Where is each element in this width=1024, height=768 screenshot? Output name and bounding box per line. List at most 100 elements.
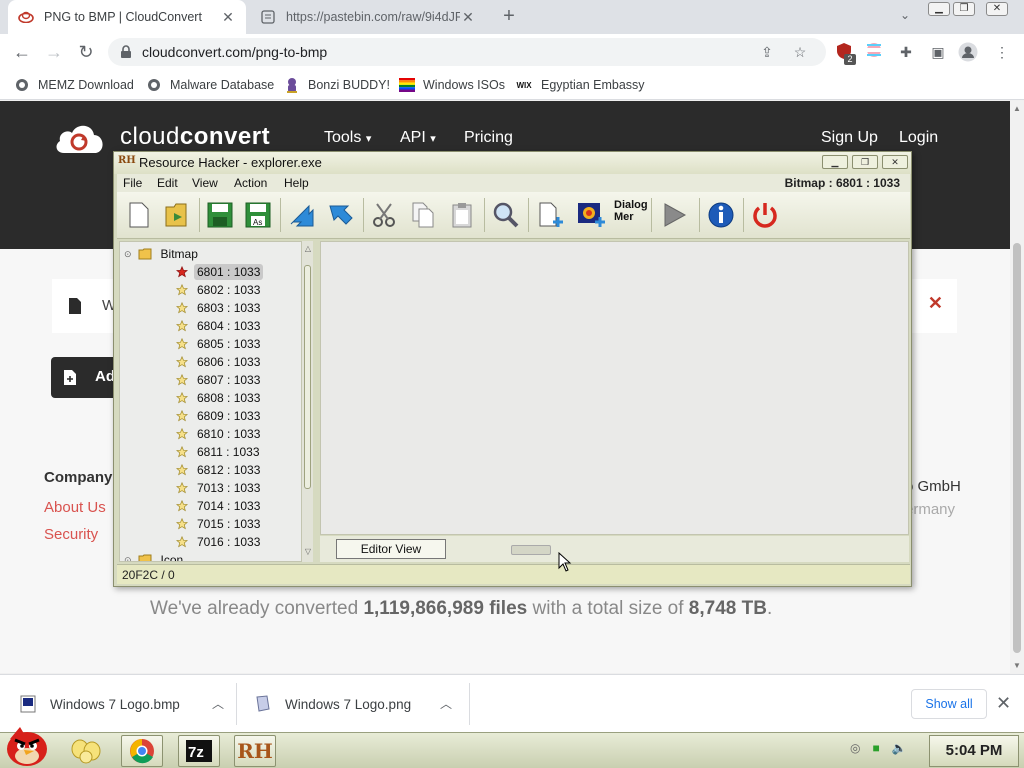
nav-tools[interactable]: Tools ▾ <box>324 129 371 147</box>
flag-extension-icon[interactable] <box>864 42 884 62</box>
puzzle-extensions-icon[interactable]: ✚ <box>896 42 916 62</box>
tray-target-icon[interactable]: ◎ <box>850 741 860 755</box>
tree-item-bitmap[interactable]: 7014 : 1033 <box>176 498 263 514</box>
chevron-up-icon[interactable]: ︿ <box>212 695 224 712</box>
bookmark-windows-isos[interactable]: Windows ISOs <box>399 76 505 94</box>
tree-item-bitmap[interactable]: 6805 : 1033 <box>176 336 263 352</box>
add-blank-resource-icon[interactable] <box>535 199 567 231</box>
bookmark-malware-database[interactable]: Malware Database <box>146 76 274 94</box>
nav-api[interactable]: API ▾ <box>400 129 436 147</box>
copy-icon[interactable] <box>407 199 439 231</box>
bookmark-bonzi-buddy[interactable]: Bonzi BUDDY! <box>284 76 390 94</box>
tree-item-bitmap[interactable]: 6808 : 1033 <box>176 390 263 406</box>
share-icon[interactable]: ⇪ <box>758 43 776 61</box>
tray-network-icon[interactable]: ■ <box>872 741 879 755</box>
save-icon[interactable] <box>204 199 236 231</box>
rh-minimize-button[interactable]: ▁ <box>822 155 848 169</box>
footer-about-us-link[interactable]: About Us <box>44 499 106 516</box>
info-icon[interactable] <box>705 199 737 231</box>
menu-help[interactable]: Help <box>284 176 309 190</box>
page-scrollbar[interactable]: ▲ ▼ <box>1010 101 1024 673</box>
tree-item-bitmap[interactable]: 6809 : 1033 <box>176 408 263 424</box>
close-icon[interactable]: ✕ <box>996 693 1011 714</box>
tree-item-bitmap[interactable]: 6804 : 1033 <box>176 318 263 334</box>
rh-maximize-button[interactable]: ❐ <box>852 155 878 169</box>
taskbar-clock[interactable]: 5:04 PM <box>929 735 1019 767</box>
back-arrow-icon[interactable]: ← <box>10 40 34 64</box>
tree-item-bitmap[interactable]: 7015 : 1033 <box>176 516 263 532</box>
bookmark-star-icon[interactable]: ☆ <box>791 43 809 61</box>
compile-forward-arrow-icon[interactable] <box>324 199 356 231</box>
tree-folder-bitmap[interactable]: ⊙ Bitmap <box>124 246 201 262</box>
scroll-down-arrow-icon[interactable]: ▽ <box>303 547 313 556</box>
tab-pastebin[interactable]: https://pastebin.com/raw/9i4dJF ✕ <box>250 0 486 34</box>
editor-view-tab[interactable]: Editor View <box>336 539 446 559</box>
chevron-down-icon[interactable]: ⌄ <box>896 8 914 26</box>
compile-back-arrow-icon[interactable] <box>285 199 317 231</box>
tree-item-bitmap[interactable]: 6812 : 1033 <box>176 462 263 478</box>
tree-expand-icon[interactable]: ⊙ <box>124 249 132 260</box>
nav-login[interactable]: Login <box>899 129 938 147</box>
tree-scrollbar[interactable]: △ ▽ <box>301 241 313 562</box>
tab-close-icon[interactable]: ✕ <box>460 9 476 26</box>
search-magnifier-icon[interactable] <box>490 199 522 231</box>
site-logo-text[interactable]: cloudconvert <box>120 123 270 151</box>
tree-item-bitmap[interactable]: 7013 : 1033 <box>176 480 263 496</box>
tree-item-bitmap[interactable]: 6801 : 1033 <box>176 264 264 280</box>
save-as-icon[interactable]: As <box>242 199 274 231</box>
scroll-up-arrow-icon[interactable]: △ <box>303 244 313 253</box>
menu-action[interactable]: Action <box>234 176 267 190</box>
kebab-menu-icon[interactable]: ⋮ <box>992 42 1012 62</box>
new-file-icon[interactable] <box>123 199 155 231</box>
tab-close-icon[interactable]: ✕ <box>220 9 236 26</box>
7zip-taskbar-button[interactable]: 7z <box>178 735 220 767</box>
download-item-png[interactable]: Windows 7 Logo.png ︿ <box>255 675 452 733</box>
scroll-down-arrow-icon[interactable]: ▼ <box>1012 661 1022 670</box>
start-angry-bird-icon[interactable] <box>4 725 50 767</box>
menu-file[interactable]: File <box>123 176 142 190</box>
tab-cloudconvert[interactable]: PNG to BMP | CloudConvert ✕ <box>8 0 246 34</box>
address-bar[interactable]: cloudconvert.com/png-to-bmp ⇪ ☆ <box>108 38 826 66</box>
download-item-bmp[interactable]: Windows 7 Logo.bmp ︿ <box>20 675 224 733</box>
menu-view[interactable]: View <box>192 176 218 190</box>
tree-item-bitmap[interactable]: 6807 : 1033 <box>176 372 263 388</box>
cut-scissors-icon[interactable] <box>369 199 401 231</box>
nav-signup[interactable]: Sign Up <box>821 129 878 147</box>
rh-title-bar[interactable]: RH Resource Hacker - explorer.exe ▁ ❐ ✕ <box>114 152 911 174</box>
tree-item-bitmap[interactable]: 6803 : 1033 <box>176 300 263 316</box>
scroll-up-arrow-icon[interactable]: ▲ <box>1012 104 1022 113</box>
bookmark-egyptian-embassy[interactable]: WIX Egyptian Embassy <box>515 76 644 94</box>
window-close-button[interactable]: ✕ <box>986 2 1008 16</box>
resource-tree[interactable]: ⊙ Bitmap 6801 : 1033 6802 : 1033 6803 : 10… <box>119 241 304 562</box>
chrome-taskbar-button[interactable] <box>121 735 163 767</box>
resource-preview-pane[interactable] <box>320 241 909 535</box>
minimize-button[interactable]: ▁ <box>928 2 950 16</box>
rh-close-button[interactable]: ✕ <box>882 155 908 169</box>
nav-pricing[interactable]: Pricing <box>464 129 513 147</box>
tree-item-bitmap[interactable]: 6811 : 1033 <box>176 444 263 460</box>
tree-expand-icon[interactable]: ⊙ <box>124 555 132 562</box>
restore-button[interactable]: ❐ <box>953 2 975 16</box>
scrollbar-thumb[interactable] <box>1013 243 1021 653</box>
forward-arrow-icon[interactable]: → <box>42 40 66 64</box>
horizontal-scroll-thumb[interactable] <box>511 545 551 555</box>
new-tab-button[interactable]: + <box>498 6 520 28</box>
tree-item-bitmap[interactable]: 6802 : 1033 <box>176 282 263 298</box>
tree-folder-icon[interactable]: ⊙ Icon <box>124 552 186 562</box>
tray-volume-icon[interactable]: 🔈 <box>892 741 907 755</box>
bookmark-memz[interactable]: MEMZ Download <box>14 76 134 94</box>
close-icon[interactable]: ✕ <box>928 293 943 314</box>
power-exit-icon[interactable] <box>749 199 781 231</box>
show-all-downloads-button[interactable]: Show all <box>911 689 987 719</box>
footer-security-link[interactable]: Security <box>44 526 98 543</box>
resource-hacker-taskbar-button[interactable]: RH <box>234 735 276 767</box>
open-file-icon[interactable] <box>161 199 193 231</box>
tree-item-bitmap[interactable]: 6810 : 1033 <box>176 426 263 442</box>
scrollbar-thumb[interactable] <box>304 265 311 489</box>
tree-item-bitmap[interactable]: 7016 : 1033 <box>176 534 263 550</box>
tree-item-bitmap[interactable]: 6806 : 1033 <box>176 354 263 370</box>
reload-icon[interactable]: ↻ <box>74 40 98 64</box>
side-panel-icon[interactable]: ▣ <box>928 42 948 62</box>
explorer-taskbar-icon[interactable] <box>70 737 102 765</box>
menu-edit[interactable]: Edit <box>157 176 178 190</box>
